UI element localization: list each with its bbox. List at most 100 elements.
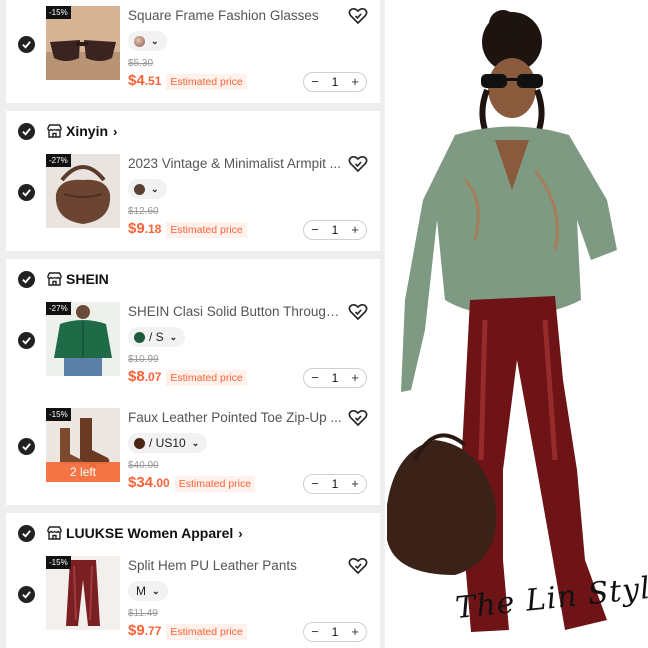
wishlist-icon[interactable] (348, 409, 368, 427)
original-price: $12.60 (128, 206, 159, 217)
product-title[interactable]: Split Hem PU Leather Pants (128, 558, 346, 573)
item-checkbox[interactable] (18, 36, 35, 53)
decrease-button[interactable]: − (309, 369, 321, 387)
current-price: $8.07 (128, 368, 162, 385)
color-swatch (134, 437, 145, 449)
variant-size: / S (149, 330, 164, 344)
cart-item: -15% Split Hem PU Leather Pants M ⌄ $11.… (6, 556, 380, 648)
check-icon (22, 41, 31, 49)
cart-item: -27% 2023 Vintage & Minimalist Armpit ..… (6, 154, 380, 250)
check-icon (22, 443, 31, 451)
product-image[interactable]: -27% (46, 302, 120, 376)
price-row: $9.18 Estimated price (128, 220, 247, 238)
store-checkbox[interactable] (18, 271, 35, 288)
chevron-right-icon: › (238, 526, 243, 541)
store-header[interactable]: SHEIN (6, 259, 380, 299)
wishlist-icon[interactable] (348, 303, 368, 321)
store-name[interactable]: SHEIN (66, 271, 109, 287)
wishlist-icon[interactable] (348, 557, 368, 575)
product-image[interactable]: -15% 2 left (46, 408, 120, 482)
product-image[interactable]: -15% (46, 556, 120, 630)
decrease-button[interactable]: − (309, 623, 321, 641)
store-name[interactable]: Xinyin › (66, 123, 117, 139)
item-checkbox[interactable] (18, 332, 35, 349)
chevron-down-icon: ⌄ (169, 331, 178, 342)
check-icon (22, 189, 31, 197)
estimated-price-label: Estimated price (166, 370, 247, 386)
store-card: Xinyin › -27% 2023 Vintage & Minimalist A… (6, 111, 380, 251)
original-price: $40.00 (128, 460, 159, 471)
check-icon (22, 128, 31, 136)
increase-button[interactable]: + (349, 369, 361, 387)
variant-selector[interactable]: / S ⌄ (128, 327, 186, 347)
estimated-price-label: Estimated price (166, 222, 247, 238)
quantity-stepper[interactable]: − 1 + (303, 220, 367, 240)
wishlist-icon[interactable] (348, 155, 368, 173)
discount-badge: -27% (46, 302, 71, 315)
decrease-button[interactable]: − (309, 475, 321, 493)
color-swatch (134, 183, 145, 195)
discount-badge: -15% (46, 408, 71, 421)
variant-selector[interactable]: M ⌄ (128, 581, 168, 601)
variant-size: / US10 (149, 436, 186, 450)
increase-button[interactable]: + (349, 475, 361, 493)
decrease-button[interactable]: − (309, 73, 321, 91)
item-checkbox[interactable] (18, 586, 35, 603)
check-icon (22, 530, 31, 538)
color-swatch (134, 35, 145, 47)
item-checkbox[interactable] (18, 438, 35, 455)
current-price: $34.00 (128, 474, 170, 491)
store-checkbox[interactable] (18, 123, 35, 140)
variant-selector[interactable]: ⌄ (128, 31, 167, 51)
variant-selector[interactable]: ⌄ (128, 179, 167, 199)
wishlist-icon[interactable] (348, 7, 368, 25)
store-header[interactable]: LUUKSE Women Apparel › (6, 513, 380, 553)
quantity-stepper[interactable]: − 1 + (303, 622, 367, 642)
product-title[interactable]: Faux Leather Pointed Toe Zip-Up ... (128, 410, 346, 425)
product-image[interactable]: -15% (46, 6, 120, 80)
current-price: $4.51 (128, 72, 162, 89)
original-price: $11.49 (128, 608, 158, 619)
current-price: $9.18 (128, 220, 162, 237)
quantity-stepper[interactable]: − 1 + (303, 72, 367, 92)
chevron-down-icon: ⌄ (151, 183, 159, 194)
increase-button[interactable]: + (349, 623, 361, 641)
variant-selector[interactable]: / US10 ⌄ (128, 433, 208, 453)
item-checkbox[interactable] (18, 184, 35, 201)
decrease-button[interactable]: − (309, 221, 321, 239)
increase-button[interactable]: + (349, 73, 361, 91)
store-icon (47, 124, 62, 138)
store-card: LUUKSE Women Apparel › -15% Split Hem PU … (6, 513, 380, 648)
chevron-down-icon: ⌄ (152, 585, 160, 596)
price-row: $8.07 Estimated price (128, 368, 247, 386)
store-icon (47, 526, 62, 540)
product-image[interactable]: -27% (46, 154, 120, 228)
store-checkbox[interactable] (18, 525, 35, 542)
current-price: $9.77 (128, 622, 162, 639)
model-illustration (387, 10, 617, 632)
discount-badge: -27% (46, 154, 71, 167)
price-row: $34.00 Estimated price (128, 474, 256, 492)
original-price: $5.30 (128, 58, 154, 69)
quantity-stepper[interactable]: − 1 + (303, 368, 367, 388)
check-icon (22, 337, 31, 345)
cart-item: -15% 2 left Faux Leather Pointed Toe Zip… (6, 408, 380, 504)
quantity-stepper[interactable]: − 1 + (303, 474, 367, 494)
increase-button[interactable]: + (349, 221, 361, 239)
store-header[interactable]: Xinyin › (6, 111, 380, 151)
quantity-value: 1 (331, 75, 339, 89)
quantity-value: 1 (331, 371, 339, 385)
store-card: -15% Square Frame Fashion Glasses ⌄ $5.3… (6, 0, 380, 103)
store-name[interactable]: LUUKSE Women Apparel › (66, 525, 243, 541)
color-swatch (134, 331, 145, 343)
cart-panel: -15% Square Frame Fashion Glasses ⌄ $5.3… (0, 0, 385, 648)
variant-size: M (136, 584, 146, 598)
product-title[interactable]: 2023 Vintage & Minimalist Armpit ... (128, 156, 346, 171)
check-icon (22, 276, 31, 284)
product-title[interactable]: SHEIN Clasi Solid Button Through ... (128, 304, 346, 319)
product-title[interactable]: Square Frame Fashion Glasses (128, 8, 346, 23)
discount-badge: -15% (46, 556, 71, 569)
store-icon (47, 272, 62, 286)
cart-item: -15% Square Frame Fashion Glasses ⌄ $5.3… (6, 6, 380, 102)
chevron-right-icon: › (113, 124, 118, 139)
